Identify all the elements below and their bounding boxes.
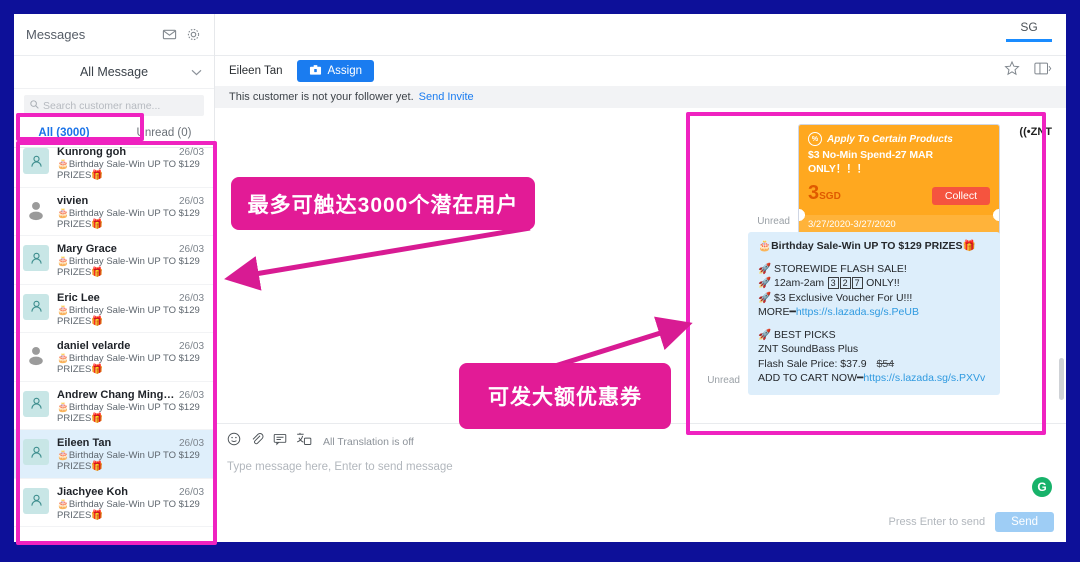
message-filter-dropdown[interactable]: All Message — [14, 56, 214, 89]
follower-notice-bar: This customer is not your follower yet. … — [215, 86, 1066, 108]
search-placeholder: Search customer name... — [43, 99, 161, 112]
chat-scrollbar[interactable] — [1059, 358, 1064, 400]
send-invite-link[interactable]: Send Invite — [419, 91, 474, 103]
message-filter-label: All Message — [79, 65, 149, 79]
emoji-icon[interactable] — [227, 432, 241, 451]
translation-status[interactable]: All Translation is off — [323, 436, 414, 448]
search-icon — [30, 99, 39, 112]
highlight-all-tab — [16, 113, 144, 141]
composer-actions: Press Enter to send Send — [889, 512, 1054, 532]
panel-toggle-icon[interactable] — [1034, 61, 1052, 82]
annotation-reach-text: 最多可触达3000个潜在用户 — [247, 193, 519, 217]
star-icon[interactable] — [1004, 60, 1020, 82]
region-label: SG — [1020, 20, 1038, 34]
chevron-down-icon — [191, 65, 202, 79]
assign-button[interactable]: Assign — [296, 60, 375, 82]
message-input-placeholder: Type message here, Enter to send message — [227, 461, 453, 473]
highlight-message-area — [686, 112, 1046, 435]
region-active-underline — [1006, 39, 1052, 42]
message-composer: All Translation is off Type message here… — [215, 423, 1066, 542]
chat-header: Eileen Tan Assign — [215, 56, 1066, 86]
annotation-reach: 最多可触达3000个潜在用户 — [231, 177, 535, 230]
chat-customer-name: Eileen Tan — [229, 65, 283, 77]
envelope-icon[interactable] — [160, 26, 178, 44]
assign-icon — [309, 64, 322, 79]
sidebar-title: Messages — [26, 27, 86, 42]
app-top-bar: SG — [215, 14, 1066, 56]
grammarly-icon[interactable]: G — [1032, 477, 1052, 497]
region-selector[interactable]: SG — [1006, 20, 1052, 42]
annotation-voucher-text: 可发大额优惠券 — [488, 386, 642, 409]
gear-icon[interactable] — [184, 26, 202, 44]
send-hint: Press Enter to send — [888, 516, 986, 528]
send-button[interactable]: Send — [995, 512, 1054, 532]
quick-reply-icon[interactable] — [273, 432, 287, 451]
annotation-voucher: 可发大额优惠券 — [459, 363, 671, 429]
highlight-conversation-list — [16, 141, 217, 545]
translate-icon[interactable] — [296, 432, 312, 451]
chat-header-actions — [1004, 60, 1052, 82]
attachment-icon[interactable] — [250, 432, 264, 451]
assign-label: Assign — [327, 65, 363, 77]
follower-notice-text: This customer is not your follower yet. — [229, 91, 414, 103]
message-input[interactable]: Type message here, Enter to send message — [215, 451, 1066, 473]
sidebar-header: Messages — [14, 14, 214, 56]
